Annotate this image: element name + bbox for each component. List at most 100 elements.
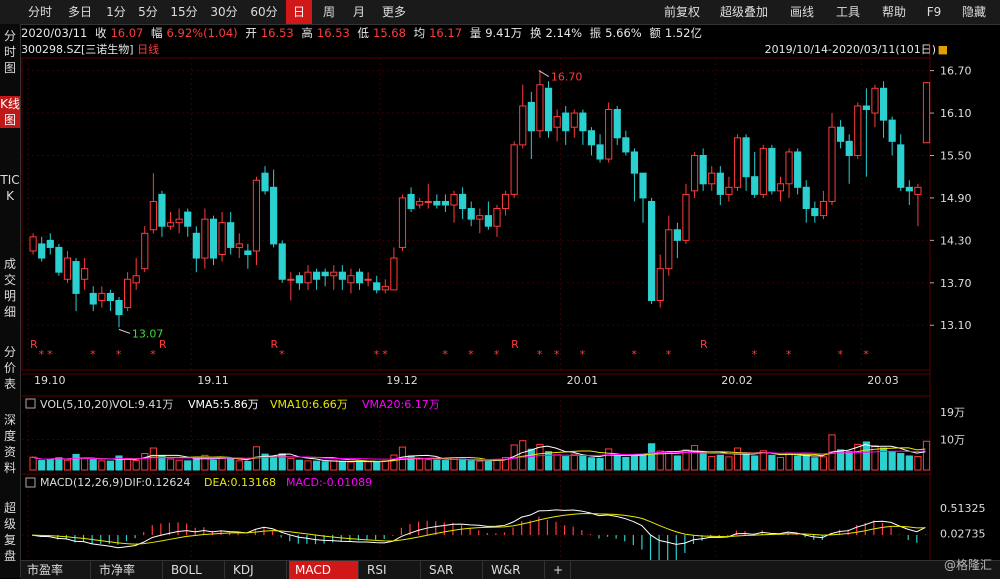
event-star-marker: *: [374, 348, 380, 361]
date-axis-label: 20.01: [567, 374, 599, 387]
candle-body: [501, 193, 510, 210]
candle-body: [785, 151, 793, 185]
indicator-tab-2[interactable]: BOLL: [165, 561, 225, 579]
indicator-tab-1[interactable]: 市净率: [93, 561, 163, 579]
volume-bar: [46, 458, 54, 471]
candle-body: [622, 137, 630, 153]
dea-label: DEA:0.13168: [204, 476, 276, 489]
indicator-tab-6[interactable]: SAR: [423, 561, 483, 579]
indicator-tab-0[interactable]: 市盈率: [21, 561, 91, 579]
volume-bar: [106, 460, 114, 471]
volume-bar: [673, 455, 681, 471]
candle-body: [519, 105, 527, 146]
candle-body: [441, 200, 450, 206]
vma10-label: VMA10:6.66万: [270, 398, 348, 411]
candle-body: [72, 261, 80, 294]
candle-body: [725, 186, 733, 195]
candle-body: [553, 116, 561, 128]
volume-bar: [845, 451, 853, 471]
candle-body: [459, 193, 467, 210]
candle-body: [544, 87, 553, 132]
volume-bar: [141, 453, 149, 471]
volume-bar: [888, 451, 896, 471]
event-r-marker: R: [159, 338, 167, 351]
event-star-marker: *: [631, 348, 637, 361]
volume-bar: [484, 460, 492, 471]
volume-bar: [192, 456, 200, 471]
candle-body: [123, 278, 132, 309]
vma20-label: VMA20:6.17万: [362, 398, 440, 411]
candle-body: [897, 144, 905, 188]
volume-bar: [132, 460, 140, 471]
volume-bar: [227, 458, 235, 471]
candle-body: [278, 243, 286, 280]
candle-body: [845, 140, 853, 156]
volume-bar: [794, 455, 802, 471]
volume-bar: [244, 460, 252, 471]
event-star-marker: *: [537, 348, 543, 361]
event-star-marker: *: [786, 348, 792, 361]
volume-bar: [321, 461, 329, 471]
indicator-tab-5[interactable]: RSI: [361, 561, 421, 579]
volume-bar: [690, 445, 699, 471]
date-axis-label: 20.02: [721, 374, 753, 387]
candle-body: [656, 268, 664, 301]
volume-bar: [914, 456, 922, 471]
candle-body: [605, 109, 613, 160]
candle-body: [484, 215, 492, 227]
volume-bar: [742, 453, 750, 471]
candle-body: [819, 200, 828, 217]
volume-bar: [544, 451, 553, 471]
volume-bar: [716, 454, 724, 471]
price-panel-border: [21, 57, 931, 371]
volume-bar: [922, 440, 931, 471]
volume-bar: [338, 460, 346, 471]
candle-body: [355, 271, 364, 284]
candle-body: [89, 292, 97, 305]
candle-body: [252, 179, 261, 252]
indicator-tab-4[interactable]: MACD: [289, 561, 359, 579]
volume-bar: [476, 460, 484, 471]
price-tick-label: 13.70: [940, 277, 972, 290]
volume-bar: [235, 460, 243, 471]
volume-bar: [897, 453, 905, 471]
event-star-marker: *: [752, 348, 758, 361]
candle-body: [828, 126, 836, 202]
indicator-tab-7[interactable]: W&R: [485, 561, 545, 579]
volume-bar: [562, 456, 570, 471]
candle-body: [665, 229, 673, 270]
volume-bar: [295, 459, 303, 471]
volume-bar: [98, 460, 106, 471]
candle-body: [158, 193, 166, 227]
volume-bar: [862, 441, 870, 471]
kline-chart-area[interactable]: 16.70 16.10 15.50 14.90 14.30 13.70 13.10 19.10…: [0, 0, 1000, 578]
dif-label: DIF:0.12624: [124, 476, 190, 489]
candle-body: [776, 183, 785, 192]
event-star-marker: *: [554, 348, 560, 361]
event-star-marker: *: [90, 348, 96, 361]
candle-body: [227, 222, 235, 248]
volume-bar: [733, 447, 742, 471]
volume-bar: [416, 458, 424, 471]
candle-body: [347, 275, 355, 284]
watermark: @格隆汇: [943, 558, 992, 572]
candle-body: [330, 271, 338, 277]
candle-body: [381, 285, 389, 291]
macd-tick-label: 0.02735: [940, 528, 986, 541]
low-pointer: [118, 328, 131, 334]
candle-body: [613, 109, 621, 139]
candle-body: [416, 200, 424, 206]
candle-body: [716, 172, 724, 195]
event-star-marker: *: [150, 348, 156, 361]
indicator-tab-3[interactable]: KDJ: [227, 561, 287, 579]
volume-bar: [519, 440, 527, 471]
volume-bar: [665, 451, 673, 471]
candle-body: [768, 147, 776, 192]
candle-body: [596, 144, 604, 160]
volume-bar: [184, 460, 192, 471]
event-star-marker: *: [279, 348, 285, 361]
indicator-tab-8[interactable]: +: [547, 561, 571, 579]
volume-bar: [149, 447, 157, 471]
volume-bar: [459, 458, 467, 471]
candle-body: [424, 200, 432, 203]
